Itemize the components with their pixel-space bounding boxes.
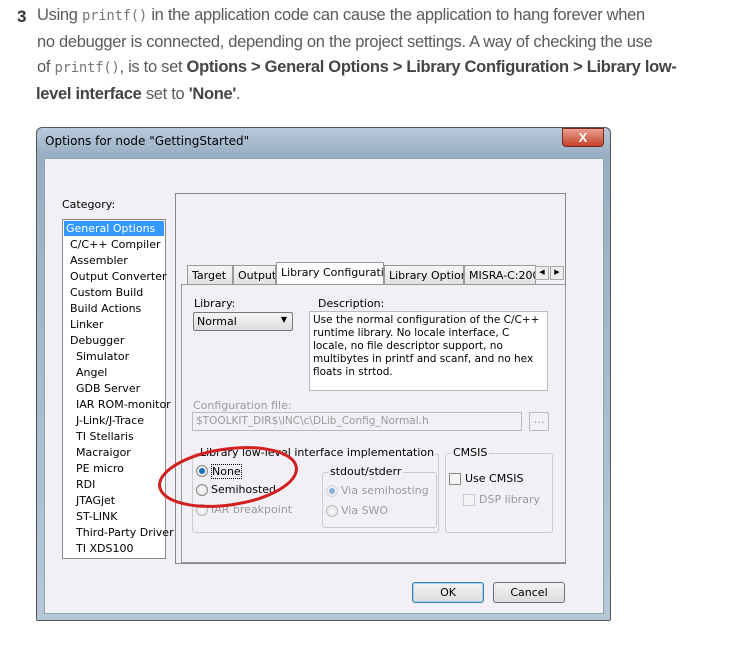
cancel-button[interactable]: Cancel [493,582,565,603]
category-item[interactable]: TI XDS100 [76,541,133,556]
category-item[interactable]: Debugger [70,333,124,348]
cmsis-group: CMSIS Use CMSIS DSP library [445,446,553,533]
category-item[interactable]: IAR ROM-monitor [76,397,171,412]
category-item[interactable]: PE micro [76,461,124,476]
step-number: 3 [17,7,27,26]
config-file-label: Configuration file: [193,399,292,412]
category-item[interactable]: Build Actions [70,301,141,316]
category-item[interactable]: Custom Build [70,285,143,300]
use-cmsis-checkbox[interactable] [449,473,461,485]
description-label: Description: [318,297,385,310]
category-item[interactable]: TI Stellaris [76,429,134,444]
category-item[interactable]: RDI [76,477,95,492]
category-item[interactable]: Assembler [70,253,128,268]
tab-target[interactable]: Target [187,265,233,285]
tab-output[interactable]: Output [233,265,276,285]
dialog-title: Options for node "GettingStarted" [45,134,250,148]
tab-scroll-right[interactable]: ▶ [550,266,564,280]
category-item[interactable]: JTAGjet [76,493,115,508]
options-dialog: Options for node "GettingStarted" X Cate… [36,127,611,621]
category-item[interactable]: C/C++ Compiler [70,237,161,252]
category-item[interactable]: GDB Server [76,381,140,396]
close-button[interactable]: X [562,128,604,147]
library-label: Library: [194,297,236,310]
library-configuration-panel: Library: Normal ▼ Description: Use the no… [181,284,566,563]
category-label: Category: [62,198,116,211]
tab-library-options[interactable]: Library Options [384,265,464,285]
dropdown-arrow-icon: ▼ [280,315,287,324]
category-item[interactable]: J-Link/J-Trace [76,413,144,428]
dialog-body: Category: General Options C/C++ Compiler A… [44,158,604,614]
category-item[interactable]: Third-Party Driver [76,525,174,540]
browse-button: ... [529,412,549,431]
category-item[interactable]: ST-LINK [76,509,117,524]
category-item[interactable]: Linker [70,317,103,332]
stdout-group: stdout/stderr Via semihosting Via SWO [322,465,437,528]
highlight-circle [158,446,298,508]
category-list[interactable]: General Options C/C++ Compiler Assembler Ou… [62,219,174,559]
tab-scroll-left[interactable]: ◀ [535,266,549,280]
category-item[interactable]: Macraigor [76,445,131,460]
category-item[interactable]: Angel [76,365,107,380]
category-item[interactable]: General Options [64,221,164,236]
radio-via-semihosting [326,485,338,497]
tab-library-configuration[interactable]: Library Configuration [276,262,384,286]
category-item[interactable]: Output Converter [70,269,167,284]
radio-via-swo [326,505,338,517]
config-file-field: $TOOLKIT_DIR$\INC\c\DLib_Config_Normal.h [192,412,522,431]
category-item[interactable]: Simulator [76,349,129,364]
dsp-library-checkbox [463,494,475,506]
description-box: Use the normal configuration of the C/C+… [309,311,548,391]
library-select[interactable]: Normal ▼ [193,312,293,331]
tab-misra-c-2004[interactable]: MISRA-C:2004 [464,265,536,285]
ok-button[interactable]: OK [412,582,484,603]
